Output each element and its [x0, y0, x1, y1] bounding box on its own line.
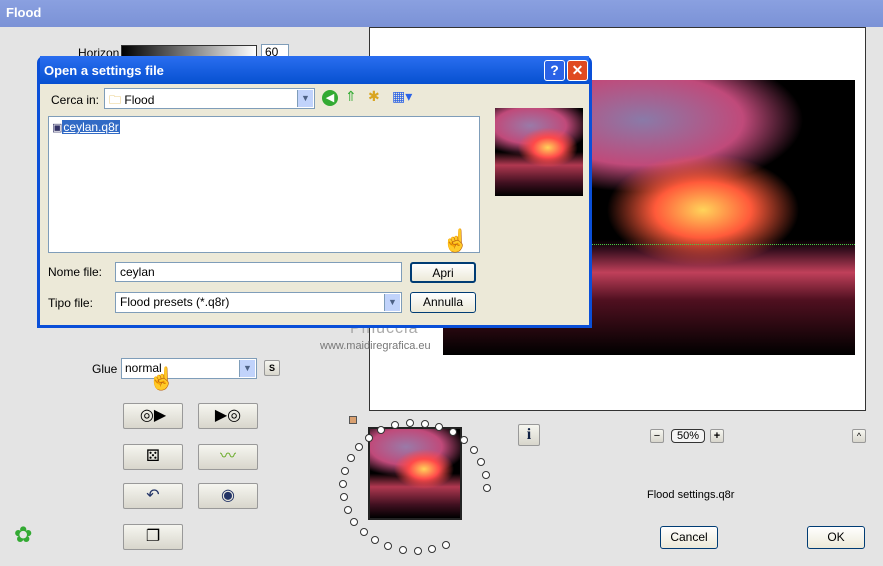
thumbnail-preview[interactable] [368, 427, 462, 520]
look-in-select[interactable]: 🗀 Flood ▼ [104, 88, 315, 109]
zoom-level: 50% [671, 429, 705, 443]
navigator-dot [477, 458, 486, 467]
close-button[interactable]: ✕ [567, 60, 588, 81]
logo-icon: ✿ [14, 522, 33, 547]
file-preview-thumbnail [495, 108, 583, 196]
navigator-dot [350, 517, 359, 526]
navigator-dot [435, 422, 444, 431]
dialog-title-bar: Open a settings file ? ✕ [40, 56, 589, 84]
undo-button[interactable]: ↶ [123, 483, 183, 509]
dialog-title: Open a settings file [44, 63, 164, 78]
folder-icon: 🗀 [109, 93, 122, 107]
copy-button[interactable]: ❐ [123, 524, 183, 550]
reset-button[interactable]: ◉ [198, 483, 258, 509]
handle-icon[interactable] [349, 416, 357, 424]
document-icon: ❐ [145, 528, 161, 545]
settings-file-name: Flood settings.q8r [647, 489, 735, 501]
navigator-dot [481, 470, 490, 479]
navigator-dot [339, 479, 348, 488]
glue-select[interactable]: normal ▼ [121, 358, 257, 379]
disc-play-icon: ◎▶ [139, 407, 167, 424]
navigator-dot [346, 454, 355, 463]
filename-label: Nome file: [48, 265, 103, 279]
chevron-down-icon: ▼ [297, 90, 313, 107]
help-button[interactable]: ? [544, 60, 565, 81]
title-bar: Flood [0, 0, 883, 27]
open-settings-dialog: Open a settings file ? ✕ Cerca in: 🗀 Flo… [37, 56, 592, 328]
navigator-dot [339, 493, 348, 502]
cancel-button[interactable]: Cancel [660, 526, 718, 549]
navigator-dot [398, 546, 407, 555]
navigator-dot [413, 546, 422, 555]
file-name: ceylan.q8r [62, 120, 120, 134]
look-in-label: Cerca in: [51, 93, 100, 107]
filetype-value: Flood presets (*.q8r) [120, 295, 230, 309]
navigator-dot [341, 466, 350, 475]
navigator-dot [371, 536, 380, 545]
wave-icon: 〰 [219, 448, 236, 465]
navigator-dot [428, 545, 437, 554]
navigator-dot [365, 433, 373, 442]
info-button[interactable]: i [518, 424, 540, 446]
undo-icon: ↶ [146, 487, 160, 504]
file-item[interactable]: ▣ceylan.q8r [52, 120, 120, 134]
dialog-body: Cerca in: 🗀 Flood ▼ ◀ ⇑ ✱ ▦▾ ▣ceylan.q8r … [40, 84, 589, 325]
filename-input[interactable]: ceylan [115, 262, 402, 282]
up-folder-icon[interactable]: ⇑ [345, 88, 357, 105]
filetype-select[interactable]: Flood presets (*.q8r) ▼ [115, 292, 402, 313]
file-icon: ▣ [52, 122, 63, 134]
navigator-dot [359, 527, 368, 536]
ring-icon: ◉ [221, 487, 235, 504]
navigator-dot [420, 419, 429, 428]
ok-button[interactable]: OK [807, 526, 865, 549]
dice-icon: ⚄ [146, 448, 160, 465]
pointer-hand-icon: ☝ [148, 366, 176, 391]
window-title: Flood [6, 5, 42, 20]
s-button[interactable]: S [264, 360, 280, 376]
navigator-dot [343, 505, 352, 514]
wave-button[interactable]: 〰 [198, 444, 258, 470]
navigator-dot [470, 446, 479, 455]
cancel-dialog-button[interactable]: Annulla [410, 292, 476, 313]
collapse-button[interactable]: ^ [852, 429, 866, 443]
open-button[interactable]: Apri [410, 262, 476, 283]
play-disc-icon: ▶◎ [214, 407, 242, 424]
filetype-label: Tipo file: [48, 296, 93, 310]
navigator-dot [384, 542, 393, 551]
load-preset-button[interactable]: ◎▶ [123, 403, 183, 429]
navigator-dot [448, 428, 457, 437]
navigator-dot [442, 540, 451, 549]
navigator-dot [482, 483, 491, 492]
chevron-down-icon: ▼ [239, 360, 255, 377]
new-folder-icon[interactable]: ✱ [368, 88, 380, 105]
glue-label: Glue [92, 362, 118, 376]
file-list: ▣ceylan.q8r [48, 116, 480, 253]
navigator-dot [405, 419, 414, 428]
chevron-down-icon: ▼ [384, 294, 400, 311]
back-icon[interactable]: ◀ [322, 90, 338, 106]
view-menu-icon[interactable]: ▦▾ [392, 88, 412, 105]
zoom-in-button[interactable]: + [710, 429, 724, 443]
save-preset-button[interactable]: ▶◎ [198, 403, 258, 429]
pointer-hand-icon: ☝ [442, 228, 470, 253]
look-in-value: Flood [124, 93, 155, 107]
random-button[interactable]: ⚄ [123, 444, 183, 470]
zoom-out-button[interactable]: − [650, 429, 664, 443]
navigator-dot [354, 443, 363, 452]
watermark-url: www.maidiregrafica.eu [320, 340, 431, 352]
navigator-dot [460, 436, 469, 445]
